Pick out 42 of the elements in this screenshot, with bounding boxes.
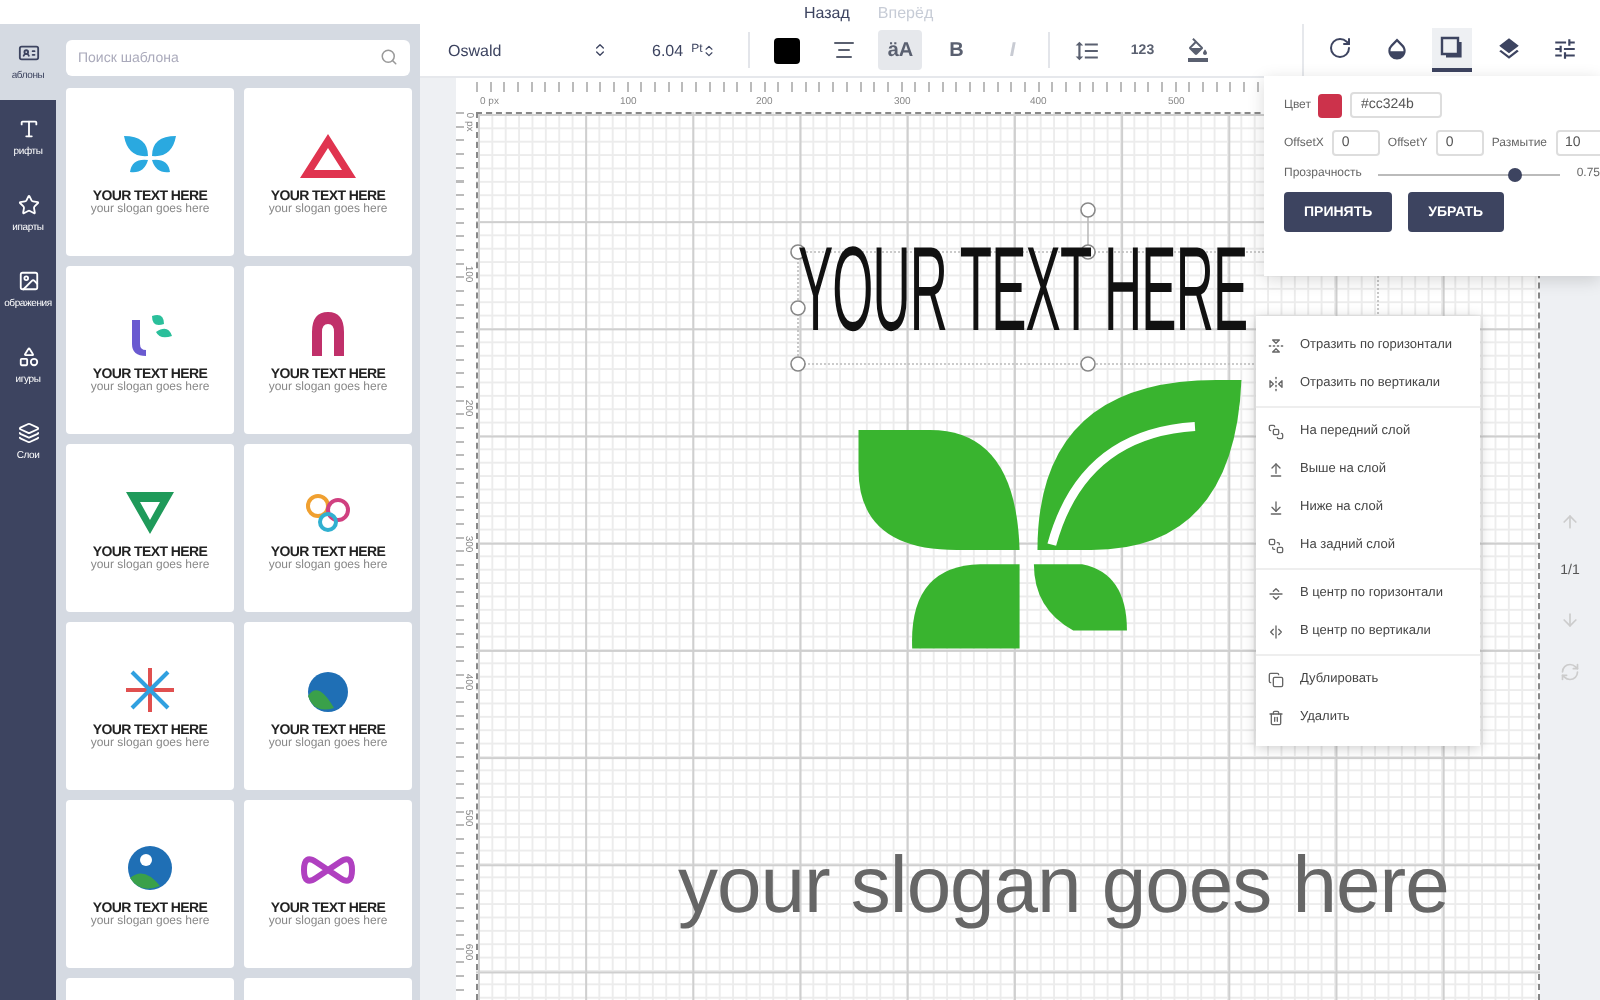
line-spacing-icon bbox=[1073, 37, 1100, 63]
arrow-down-icon bbox=[1560, 609, 1580, 629]
trash-icon bbox=[1268, 709, 1284, 725]
image-icon bbox=[17, 270, 39, 292]
flip-icon bbox=[1268, 375, 1284, 391]
font-size-field[interactable]: 6.04 bbox=[652, 41, 684, 59]
star-icon bbox=[17, 194, 39, 216]
text-color-swatch[interactable] bbox=[774, 37, 801, 63]
shadow-button[interactable] bbox=[1432, 28, 1472, 72]
rotate-icon bbox=[1328, 36, 1352, 60]
color-swatch[interactable] bbox=[1318, 93, 1343, 117]
case-button[interactable]: äA bbox=[878, 30, 923, 70]
undo-link[interactable]: Назад bbox=[804, 3, 850, 21]
arrow-up-icon bbox=[1268, 461, 1284, 477]
search-icon bbox=[380, 48, 398, 66]
arrow-down-icon bbox=[1268, 499, 1284, 515]
sliders-icon bbox=[1551, 35, 1577, 61]
stepper-icon bbox=[592, 42, 608, 58]
copy-icon bbox=[1268, 671, 1284, 687]
center-icon bbox=[1268, 585, 1284, 601]
bold-button[interactable]: B bbox=[934, 30, 979, 70]
send-back-icon bbox=[1268, 537, 1284, 553]
flip-icon bbox=[1268, 337, 1284, 353]
arrow-up-icon bbox=[1560, 511, 1580, 531]
logo-drawing bbox=[294, 129, 362, 181]
drop-icon bbox=[1383, 35, 1409, 61]
paint-bucket-icon bbox=[1186, 38, 1211, 62]
shadow-square-icon bbox=[1440, 36, 1464, 60]
canvas-slogan[interactable]: your slogan goes here bbox=[678, 842, 1449, 932]
id-card-icon bbox=[17, 42, 39, 64]
canvas-heading[interactable]: YOUR TEXT HERE bbox=[798, 230, 1248, 350]
slider-thumb[interactable] bbox=[1508, 167, 1523, 181]
center-icon bbox=[1268, 623, 1284, 639]
align-center-icon bbox=[832, 38, 857, 62]
font-select[interactable]: Oswald bbox=[448, 41, 608, 59]
shapes-icon bbox=[17, 346, 39, 368]
leaf-butterfly-drawing[interactable] bbox=[858, 380, 1242, 652]
layers-icon bbox=[17, 422, 39, 444]
bring-front-icon bbox=[1268, 423, 1284, 439]
refresh-icon bbox=[1560, 661, 1580, 681]
layers-icon bbox=[1495, 35, 1521, 61]
type-icon bbox=[17, 118, 39, 140]
